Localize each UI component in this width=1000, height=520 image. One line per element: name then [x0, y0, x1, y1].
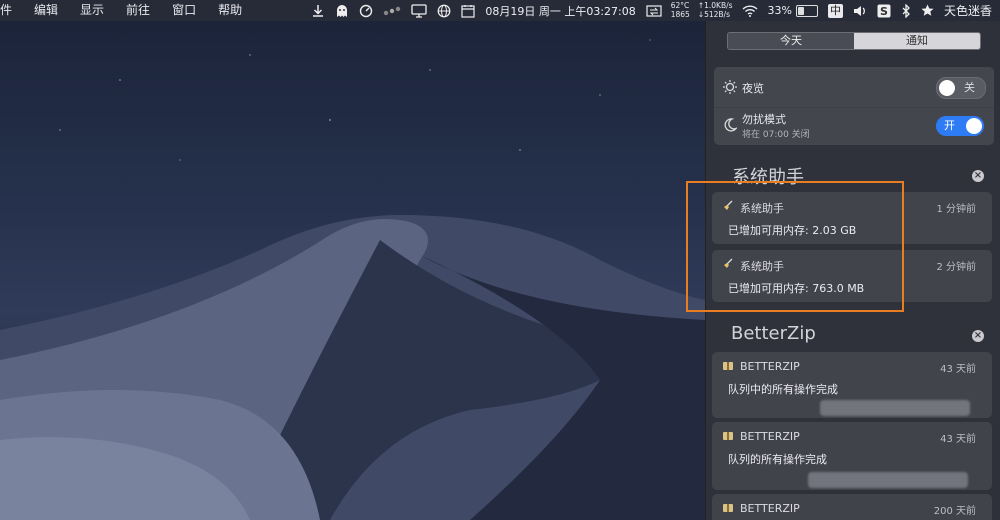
star-icon[interactable] — [916, 0, 939, 21]
menu-bar: 件 编辑 显示 前往 窗口 帮助 08月19日 周一 上午03:27:08 62… — [0, 0, 1000, 21]
archive-icon — [723, 432, 733, 440]
notification-app: BETTERZIP — [740, 502, 800, 515]
notification-body: 队列中的所有操作完成 — [728, 383, 838, 396]
wifi-icon[interactable] — [737, 0, 763, 21]
menu-file[interactable]: 件 — [0, 0, 22, 21]
sogou-s-icon[interactable]: S — [872, 0, 896, 21]
notification-time: 43 天前 — [940, 434, 976, 445]
nc-tab-switch: 今天 通知 — [727, 32, 981, 50]
ghost-icon[interactable] — [330, 0, 354, 21]
download-icon[interactable] — [306, 0, 330, 21]
clear-group-button[interactable]: × — [972, 330, 984, 342]
controls-card: 夜览 关 勿扰模式 将在 07:00 关闭 开 — [714, 67, 994, 145]
sun-moon-icon — [723, 80, 737, 94]
tab-notifications[interactable]: 通知 — [854, 33, 980, 49]
dnd-label: 勿扰模式 — [742, 113, 786, 126]
menu-help[interactable]: 帮助 — [206, 0, 252, 21]
night-shift-toggle[interactable]: 关 — [936, 77, 986, 99]
calendar-icon[interactable] — [456, 0, 480, 21]
toggle-state: 关 — [964, 81, 975, 94]
notification-time: 200 天前 — [933, 506, 976, 517]
toggle-state: 开 — [944, 119, 955, 132]
group-title-betterzip: BetterZip — [731, 323, 816, 344]
highlight-box — [686, 181, 904, 312]
notification-app: BETTERZIP — [740, 360, 800, 373]
battery-percent: 33% — [767, 4, 792, 17]
notification-time: 2 分钟前 — [936, 262, 976, 273]
archive-icon — [723, 362, 733, 370]
ime-label: 中 — [827, 3, 843, 18]
user-name[interactable]: 天色迷香 — [939, 0, 1000, 21]
toggle-knob — [966, 118, 982, 134]
dots-icon[interactable] — [378, 0, 406, 21]
display-switch-icon[interactable] — [641, 0, 667, 21]
menu-view[interactable]: 显示 — [68, 0, 114, 21]
clock-datetime[interactable]: 08月19日 周一 上午03:27:08 — [480, 0, 640, 21]
bluetooth-icon[interactable] — [896, 0, 916, 21]
menu-edit[interactable]: 编辑 — [22, 0, 68, 21]
dnd-row: 勿扰模式 将在 07:00 关闭 开 — [714, 107, 994, 145]
moon-icon — [724, 118, 737, 132]
network-speed[interactable]: ↑1.0KB/s ↓512B/s — [694, 1, 737, 19]
input-method[interactable]: 中 — [823, 0, 848, 21]
battery-status[interactable]: 33% — [763, 0, 823, 21]
notification-item[interactable]: BETTERZIP 200 天前 — [712, 494, 992, 520]
dnd-toggle[interactable]: 开 — [936, 116, 984, 136]
blurred-region — [808, 472, 968, 488]
clear-group-button[interactable]: × — [972, 170, 984, 182]
archive-icon — [723, 504, 733, 512]
dnd-subtitle: 将在 07:00 关闭 — [742, 130, 810, 140]
notification-item[interactable]: BETTERZIP 43 天前 队列中的所有操作完成 — [712, 352, 992, 418]
blurred-region — [820, 400, 970, 416]
notification-app: BETTERZIP — [740, 430, 800, 443]
menu-window[interactable]: 窗口 — [160, 0, 206, 21]
night-shift-row: 夜览 关 — [714, 67, 994, 108]
battery-icon — [795, 4, 818, 17]
monitor-icon[interactable] — [406, 0, 432, 21]
system-stats[interactable]: 62°C 1865 — [667, 1, 694, 19]
night-shift-label: 夜览 — [742, 82, 764, 95]
download-speed: ↓512B/s — [697, 9, 730, 19]
toggle-knob — [939, 80, 955, 96]
fan-speed: 1865 — [670, 9, 690, 19]
notification-body: 队列的所有操作完成 — [728, 453, 827, 466]
notification-time: 1 分钟前 — [936, 204, 976, 215]
status-area: 08月19日 周一 上午03:27:08 62°C 1865 ↑1.0KB/s … — [306, 0, 1000, 21]
notification-time: 43 天前 — [940, 364, 976, 375]
volume-icon[interactable] — [848, 0, 872, 21]
globe-icon[interactable] — [432, 0, 456, 21]
tab-today[interactable]: 今天 — [728, 33, 854, 49]
speed-gauge-icon[interactable] — [354, 0, 378, 21]
battery-level-fill — [797, 6, 804, 15]
svg-text:S: S — [880, 5, 888, 18]
menu-go[interactable]: 前往 — [114, 0, 160, 21]
notification-item[interactable]: BETTERZIP 43 天前 队列的所有操作完成 — [712, 422, 992, 490]
